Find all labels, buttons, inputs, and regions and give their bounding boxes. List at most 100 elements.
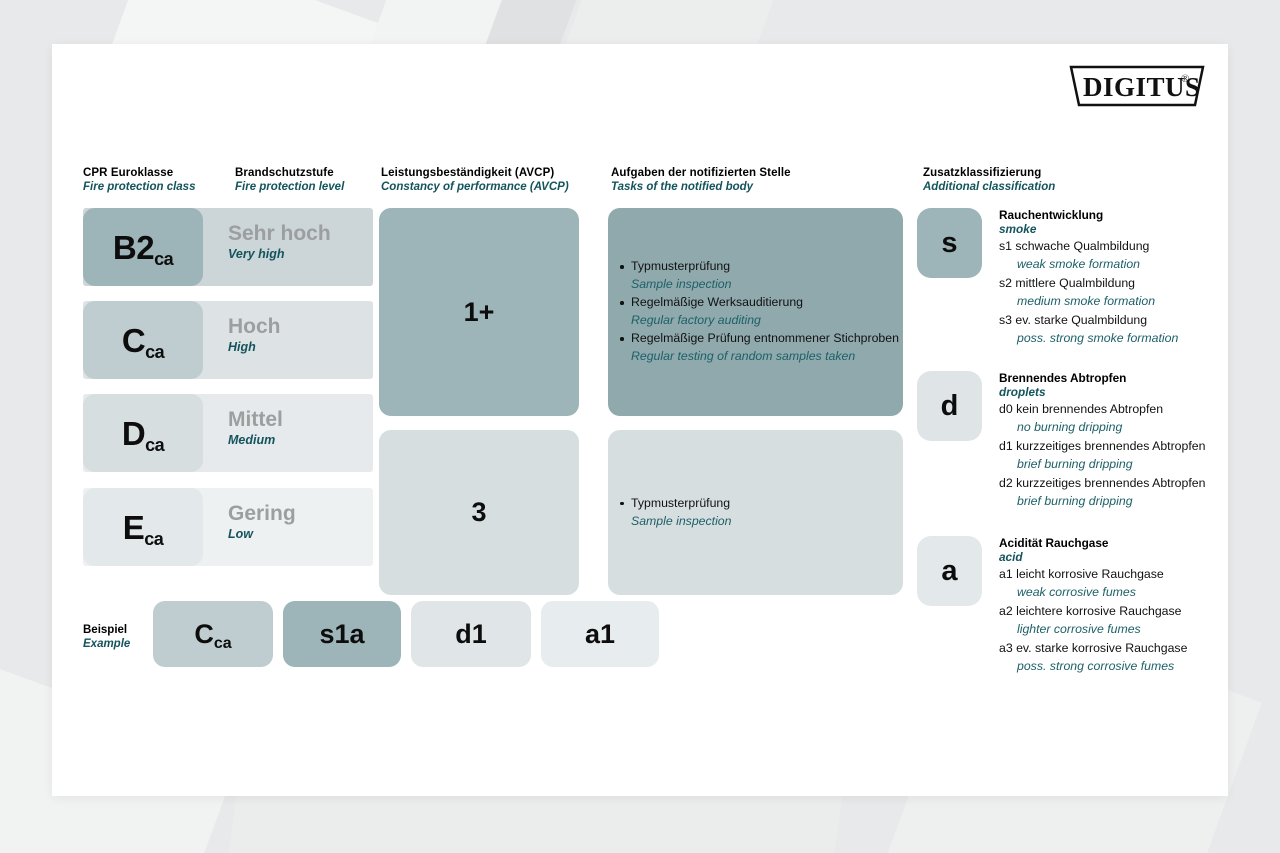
additional-item-en: poss. strong corrosive fumes: [1017, 659, 1175, 673]
class-box-dca: Dca: [83, 394, 203, 472]
example-value-droplets: d1: [455, 618, 487, 649]
task-en: Sample inspection: [631, 277, 732, 291]
additional-body-smoke: Rauchentwicklung smoke s1 schwache Qualm…: [999, 208, 1217, 348]
task-item: Typmusterprüfung Sample inspection: [618, 258, 889, 293]
logo-registered-mark: ®: [1181, 73, 1189, 85]
task-item: Regelmäßige Werksauditierung Regular fac…: [618, 294, 889, 329]
tasks-list-3: Typmusterprüfung Sample inspection: [618, 495, 889, 531]
example-box-smoke: s1a: [283, 601, 401, 667]
header-additional-de: Zusatzklassifizierung: [923, 167, 1042, 179]
task-item: Regelmäßige Prüfung entnommener Stichpro…: [618, 330, 899, 365]
digitus-logo: DIGITUS ®: [1068, 64, 1206, 108]
task-en: Regular factory auditing: [631, 313, 761, 327]
avcp-value-1plus: 1+: [463, 296, 495, 327]
additional-item-de: a2 leichtere korrosive Rauchgase: [999, 604, 1182, 618]
level-en-eca: Low: [228, 527, 253, 541]
header-avcp-en: Constancy of performance (AVCP): [381, 181, 569, 193]
example-label-en: Example: [83, 638, 131, 650]
additional-group-smoke: s Rauchentwicklung smoke s1 schwache Qua…: [917, 208, 1217, 348]
level-de-eca: Gering: [228, 502, 296, 525]
badge-d: d: [917, 371, 982, 441]
example-box-droplets: d1: [411, 601, 531, 667]
additional-item-de: d1 kurzzeitiges brennendes Abtropfen: [999, 439, 1206, 453]
task-en: Sample inspection: [631, 513, 732, 528]
additional-group-acid: a Acidität Rauchgase acid a1 leicht korr…: [917, 536, 1217, 676]
badge-a: a: [917, 536, 982, 606]
example-value-class: Cca: [194, 618, 232, 652]
additional-item-en: medium smoke formation: [1017, 294, 1156, 308]
header-avcp-de: Leistungsbeständigkeit (AVCP): [381, 167, 555, 179]
level-de-cca: Hoch: [228, 315, 281, 338]
logo-icon: DIGITUS ®: [1069, 65, 1205, 107]
class-label-eca: Eca: [122, 508, 164, 549]
additional-item-de: a1 leicht korrosive Rauchgase: [999, 567, 1164, 581]
task-de: Regelmäßige Werksauditierung: [631, 295, 804, 309]
example-box-acid: a1: [541, 601, 659, 667]
column-headers: CPR Euroklasse Fire protection class Bra…: [83, 166, 1203, 200]
header-tasks-de: Aufgaben der notifizierten Stelle: [611, 167, 791, 179]
additional-title-de-droplets: Brennendes Abtropfen: [999, 371, 1127, 385]
level-de-dca: Mittel: [228, 408, 283, 431]
example-row: Beispiel Example Cca s1a d1 a1: [83, 601, 703, 671]
additional-item-en: brief burning dripping: [1017, 494, 1133, 508]
additional-title-de-acid: Acidität Rauchgase: [999, 536, 1109, 550]
avcp-value-3: 3: [471, 497, 487, 527]
header-class-en: Fire protection class: [83, 181, 196, 193]
additional-item-de: d2 kurzzeitiges brennendes Abtropfen: [999, 476, 1206, 490]
additional-title-en-smoke: smoke: [999, 222, 1037, 236]
class-label-b2ca: B2ca: [112, 228, 174, 269]
additional-item-de: s1 schwache Qualmbildung: [999, 239, 1150, 253]
additional-item-en: no burning dripping: [1017, 420, 1123, 434]
header-additional: Zusatzklassifizierung Additional classif…: [923, 166, 1055, 194]
header-level: Brandschutzstufe Fire protection level: [235, 166, 344, 194]
info-card: DIGITUS ® CPR Euroklasse Fire protection…: [52, 44, 1228, 796]
additional-title-de-smoke: Rauchentwicklung: [999, 208, 1104, 222]
header-avcp: Leistungsbeständigkeit (AVCP) Constancy …: [381, 166, 569, 194]
badge-s: s: [917, 208, 982, 278]
header-level-de: Brandschutzstufe: [235, 167, 334, 179]
additional-body-droplets: Brennendes Abtropfen droplets d0 kein br…: [999, 371, 1217, 511]
additional-body-acid: Acidität Rauchgase acid a1 leicht korros…: [999, 536, 1217, 676]
task-en: Regular testing of random samples taken: [631, 349, 856, 363]
header-class: CPR Euroklasse Fire protection class: [83, 166, 195, 194]
example-value-smoke: s1a: [319, 618, 365, 649]
class-box-b2ca: B2ca: [83, 208, 203, 286]
task-de: Typmusterprüfung: [631, 259, 731, 273]
class-label-dca: Dca: [121, 414, 165, 455]
tasks-box-1plus: Typmusterprüfung Sample inspection Regel…: [608, 208, 903, 416]
additional-title-en-acid: acid: [999, 550, 1023, 564]
level-cell-cca: Hoch High: [228, 315, 378, 355]
level-en-b2ca: Very high: [228, 247, 285, 261]
task-item: Typmusterprüfung Sample inspection: [618, 495, 889, 530]
class-label-cca: Cca: [121, 321, 165, 362]
class-box-eca: Eca: [83, 488, 203, 566]
tasks-box-3: Typmusterprüfung Sample inspection: [608, 430, 903, 595]
additional-item-en: poss. strong smoke formation: [1017, 331, 1179, 345]
additional-title-en-droplets: droplets: [999, 385, 1046, 399]
task-de: Regelmäßige Prüfung entnommener Stichpro…: [631, 331, 899, 345]
header-level-en: Fire protection level: [235, 181, 345, 193]
header-tasks-en: Tasks of the notified body: [611, 181, 754, 193]
additional-group-droplets: d Brennendes Abtropfen droplets d0 kein …: [917, 371, 1217, 511]
level-de-b2ca: Sehr hoch: [228, 222, 331, 245]
additional-item-en: lighter corrosive fumes: [1017, 622, 1141, 636]
level-en-dca: Medium: [228, 433, 276, 447]
additional-item-de: a3 ev. starke korrosive Rauchgase: [999, 641, 1188, 655]
additional-item-de: s3 ev. starke Qualmbildung: [999, 313, 1148, 327]
avcp-box-3: 3: [379, 430, 579, 595]
header-class-de: CPR Euroklasse: [83, 167, 174, 179]
level-cell-b2ca: Sehr hoch Very high: [228, 222, 378, 262]
level-cell-eca: Gering Low: [228, 502, 378, 542]
task-de: Typmusterprüfung: [631, 495, 731, 510]
header-additional-en: Additional classification: [923, 181, 1056, 193]
example-box-class: Cca: [153, 601, 273, 667]
header-tasks: Aufgaben der notifizierten Stelle Tasks …: [611, 166, 791, 194]
level-en-cca: High: [228, 340, 256, 354]
additional-item-de: d0 kein brennendes Abtropfen: [999, 402, 1164, 416]
additional-item-en: weak smoke formation: [1017, 257, 1141, 271]
example-value-acid: a1: [584, 618, 616, 649]
example-label: Beispiel Example: [83, 623, 130, 651]
tasks-list-1plus: Typmusterprüfung Sample inspection Regel…: [618, 258, 899, 366]
additional-item-de: s2 mittlere Qualmbildung: [999, 276, 1136, 290]
additional-item-en: weak corrosive fumes: [1017, 585, 1136, 599]
